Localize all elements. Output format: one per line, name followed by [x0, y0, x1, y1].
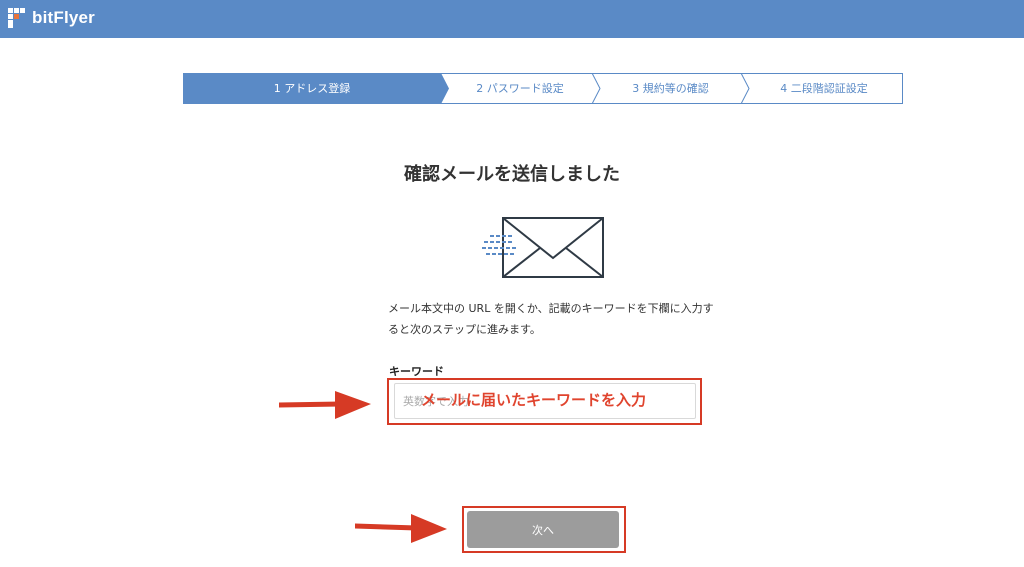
arrow-right-icon	[279, 391, 371, 419]
arrow-right-icon	[355, 514, 447, 543]
top-header-bar: bitFlyer	[0, 0, 1024, 38]
page-title: 確認メールを送信しました	[404, 164, 620, 185]
envelope-icon	[482, 217, 604, 278]
step-2-password-setting: 2 パスワード設定	[476, 82, 564, 95]
next-highlight-box	[462, 506, 626, 553]
bitflyer-logo[interactable]: bitFlyer	[8, 8, 95, 28]
step-3-terms-confirmation: 3 規約等の確認	[632, 82, 709, 95]
instruction-text: メール本文中の URL を開くか、記載のキーワードを下欄に入力すると次のステップ…	[388, 302, 714, 336]
brand-name: bitFlyer	[32, 8, 96, 27]
bitflyer-logo-icon	[8, 8, 26, 28]
keyword-label: キーワード	[389, 365, 444, 378]
step-1-address-registration: 1 アドレス登録	[273, 82, 351, 95]
registration-stepper: 1 アドレス登録 2 パスワード設定 3 規約等の確認 4 二段階認証設定	[183, 73, 903, 104]
keyword-highlight-box	[387, 378, 702, 425]
step-4-two-factor-setting: 4 二段階認証設定	[780, 82, 868, 95]
